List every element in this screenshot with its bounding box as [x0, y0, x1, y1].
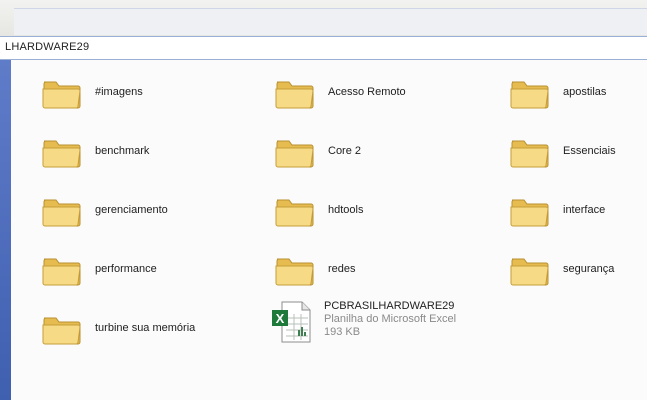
folder-item-apostilas[interactable]: apostilas [509, 70, 647, 118]
file-list-view: #imagens Acesso Remoto apostilas benchma… [11, 60, 647, 400]
file-name: PCBRASILHARDWARE29 [324, 300, 455, 312]
folder-label: gerenciamento [95, 204, 168, 216]
folder-label: interface [563, 204, 606, 216]
folder-icon [275, 199, 314, 227]
folder-icon [42, 258, 81, 286]
folder-label: segurança [563, 263, 615, 275]
folder-item-gerenciamento[interactable]: gerenciamento [41, 188, 241, 236]
window-top-band [0, 0, 647, 36]
folder-label: Core 2 [328, 145, 362, 157]
folder-icon [275, 140, 314, 168]
folder-icon [42, 317, 81, 345]
folder-item-acesso-remoto[interactable]: Acesso Remoto [274, 70, 474, 118]
folder-icon [42, 199, 81, 227]
folder-item-core-2[interactable]: Core 2 [274, 129, 474, 177]
folder-item-essenciais[interactable]: Essenciais [509, 129, 647, 177]
task-pane-edge [0, 60, 11, 400]
folder-label: apostilas [563, 86, 607, 98]
folder-item-benchmark[interactable]: benchmark [41, 129, 241, 177]
folder-item-performance[interactable]: performance [41, 247, 241, 295]
file-size: 193 KB [324, 326, 361, 338]
folder-label: hdtools [328, 204, 364, 216]
folder-item-interface[interactable]: interface [509, 188, 647, 236]
address-path: LHARDWARE29 [5, 41, 90, 53]
folder-item-imagens[interactable]: #imagens [41, 70, 241, 118]
folder-label: benchmark [95, 145, 150, 157]
folder-item-seguranca[interactable]: segurança [509, 247, 647, 295]
file-type: Planilha do Microsoft Excel [324, 313, 457, 325]
svg-text:X: X [276, 311, 285, 326]
folder-item-turbine-sua-memoria[interactable]: turbine sua memória [41, 306, 241, 354]
folder-icon [510, 140, 549, 168]
folder-item-hdtools[interactable]: hdtools [274, 188, 474, 236]
folder-label: Essenciais [563, 145, 616, 157]
folder-label: performance [95, 263, 157, 275]
address-bar[interactable]: LHARDWARE29 [0, 36, 647, 60]
file-item-pcbrasilhardware29[interactable]: X PCBRASILHARDWARE29 Planilha do Microso… [270, 300, 490, 352]
folder-icon [42, 140, 81, 168]
folder-label: #imagens [95, 86, 143, 98]
folder-label: Acesso Remoto [328, 86, 406, 98]
folder-icon [275, 258, 314, 286]
folder-icon [510, 81, 549, 109]
toolbar-area [14, 8, 647, 35]
folder-label: redes [328, 263, 356, 275]
excel-spreadsheet-icon: X [272, 301, 311, 343]
folder-icon [275, 81, 314, 109]
folder-icon [510, 258, 549, 286]
folder-icon [510, 199, 549, 227]
folder-label: turbine sua memória [95, 322, 196, 334]
file-details: PCBRASILHARDWARE29 Planilha do Microsoft… [324, 300, 456, 339]
folder-icon [42, 81, 81, 109]
folder-item-redes[interactable]: redes [274, 247, 474, 295]
